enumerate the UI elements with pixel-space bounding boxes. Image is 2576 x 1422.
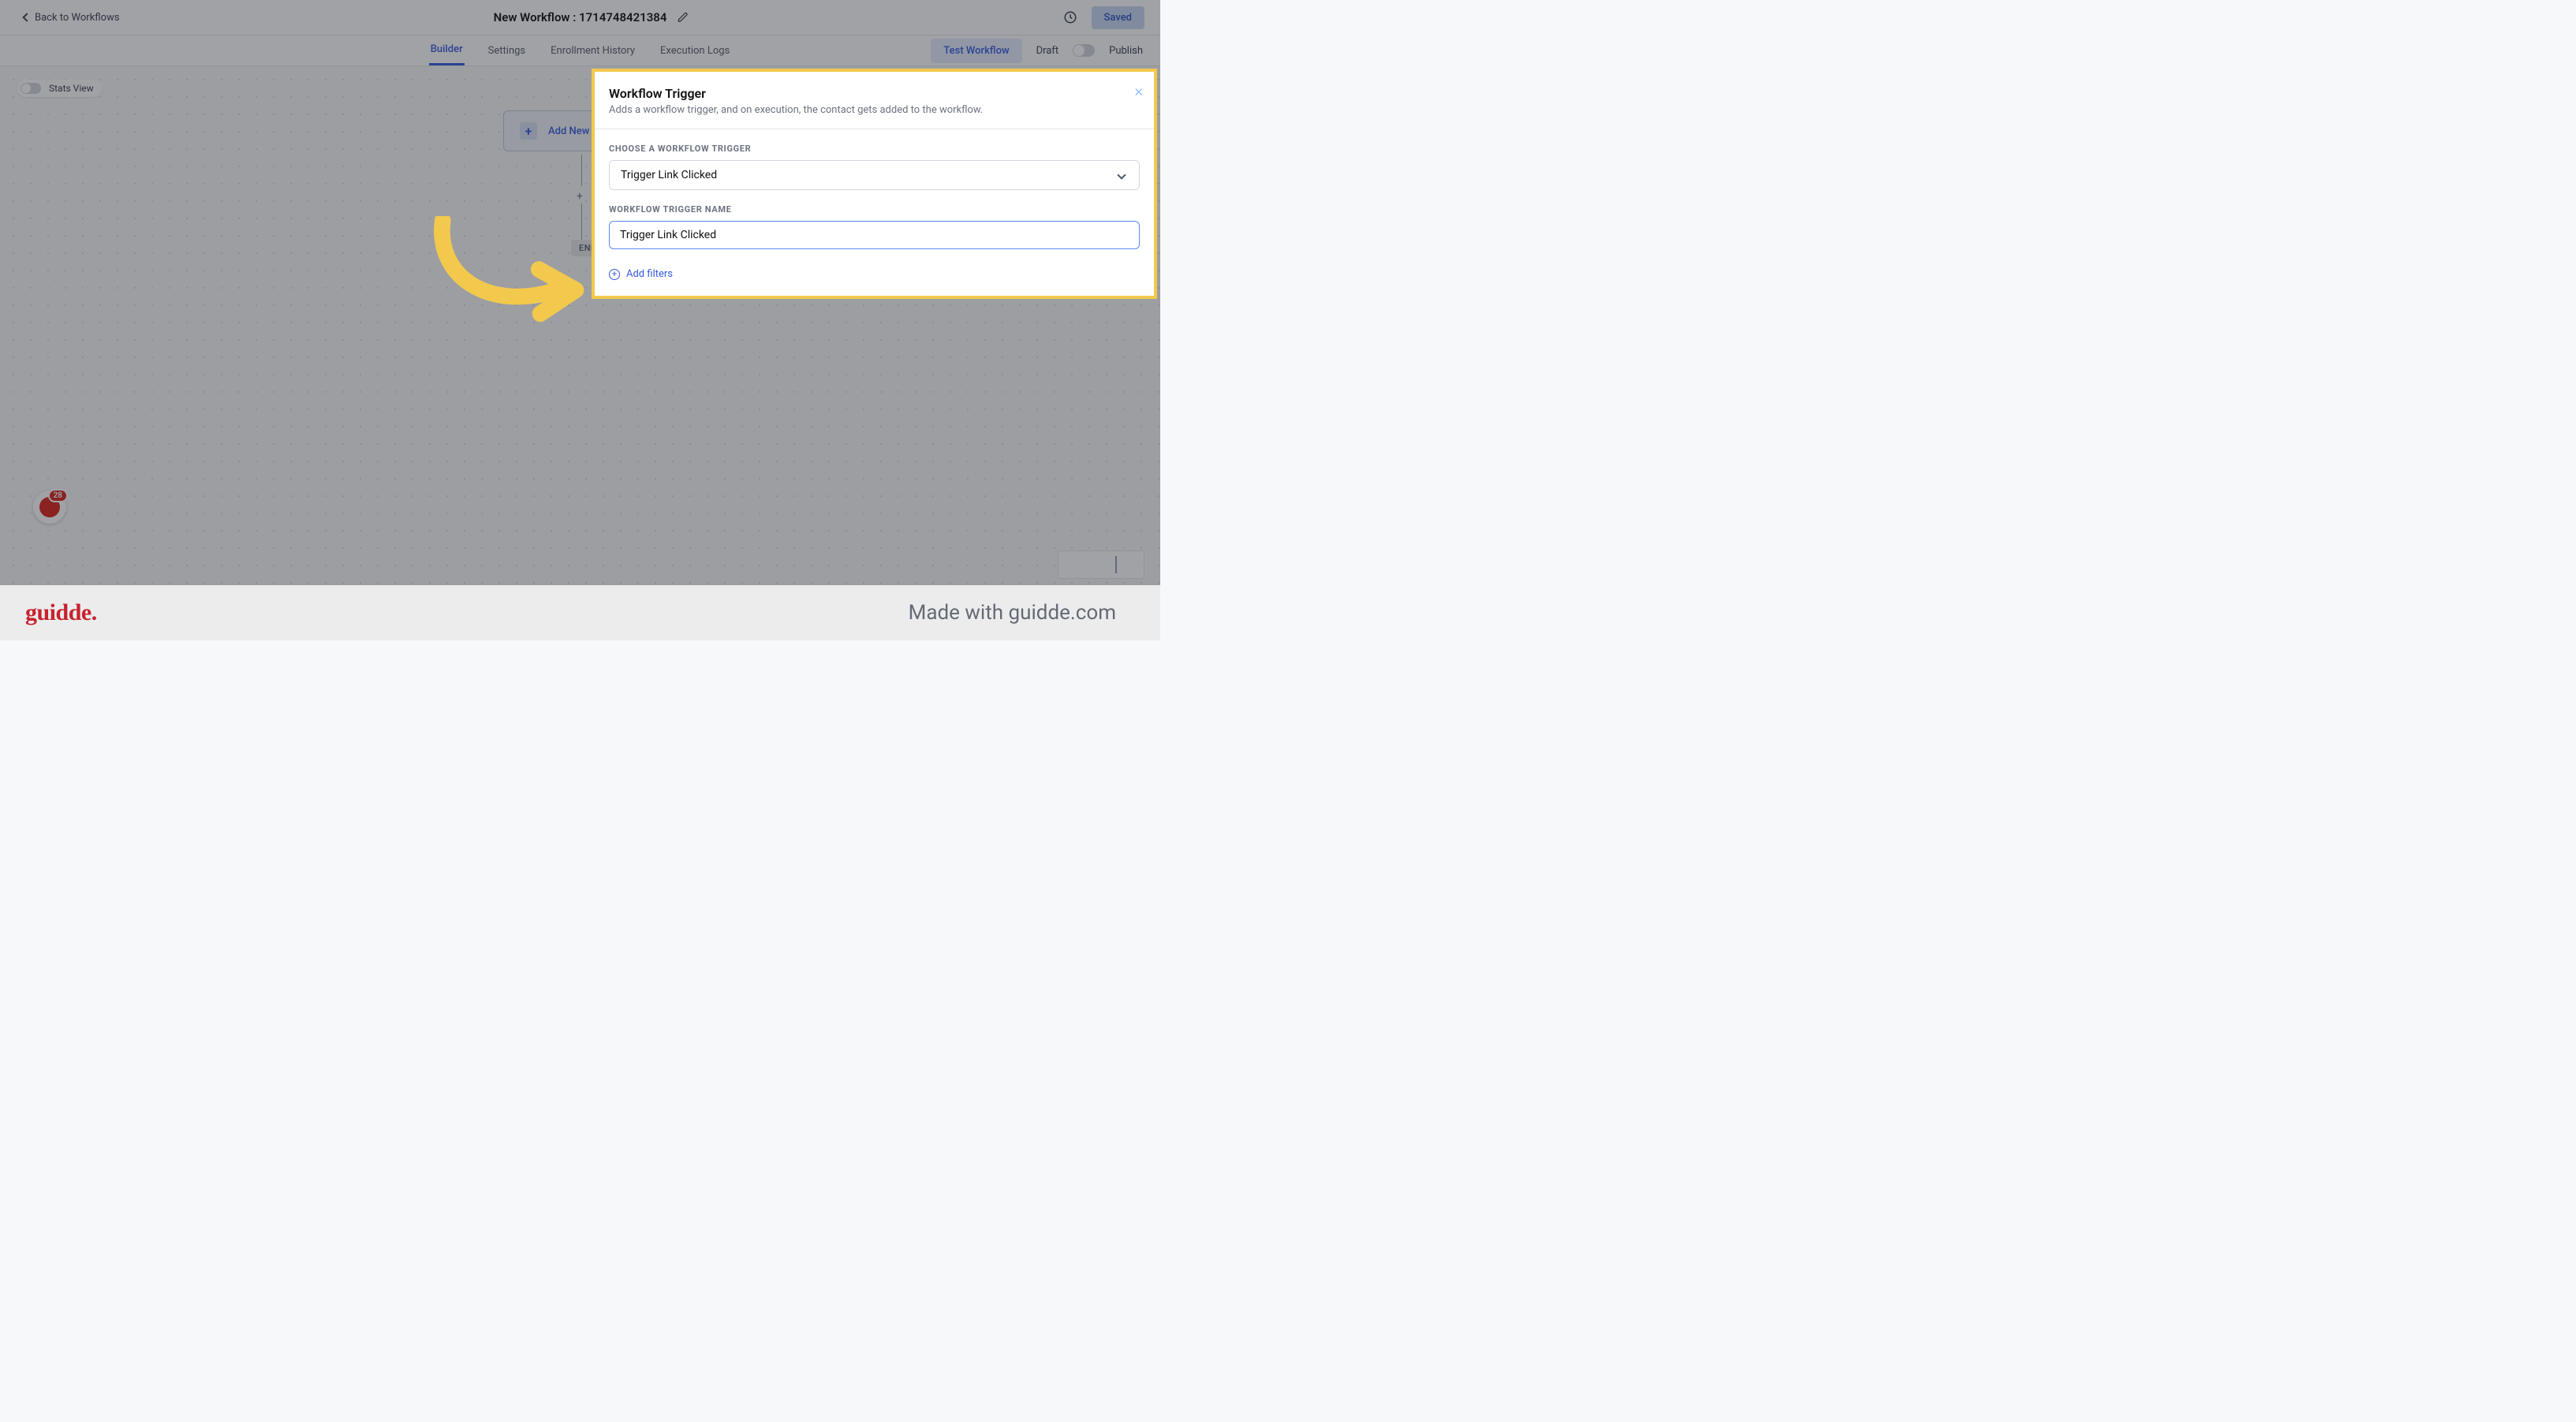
tab-enrollment-history[interactable]: Enrollment History (549, 35, 637, 65)
plus-icon: + (520, 122, 537, 140)
workflow-title: New Workflow : 1714748421384 (494, 10, 667, 24)
choose-trigger-label: CHOOSE A WORKFLOW TRIGGER (609, 144, 1140, 154)
subnav-right: Test Workflow Draft Publish (931, 35, 1143, 65)
chevron-left-icon (22, 13, 31, 21)
made-with-text: Made with guidde.com (909, 601, 1116, 625)
trigger-select-value: Trigger Link Clicked (621, 169, 717, 181)
trigger-name-label: WORKFLOW TRIGGER NAME (609, 204, 1140, 215)
panel-title: Workflow Trigger (609, 86, 1140, 101)
guidde-logo: guidde. (25, 599, 97, 626)
history-icon[interactable] (1063, 10, 1077, 24)
toggle-icon (21, 83, 41, 94)
add-step-button[interactable]: + (577, 190, 583, 203)
tab-execution-logs[interactable]: Execution Logs (659, 35, 731, 65)
publish-label: Publish (1109, 45, 1143, 57)
top-actions: Saved (1063, 6, 1144, 29)
stats-view-toggle[interactable]: Stats View (17, 80, 102, 97)
add-filters-label: Add filters (626, 268, 673, 280)
stats-view-label: Stats View (49, 83, 94, 94)
topbar: Back to Workflows New Workflow : 1714748… (0, 0, 1160, 35)
close-icon[interactable]: × (1135, 81, 1143, 100)
tab-settings[interactable]: Settings (487, 35, 527, 65)
back-label: Back to Workflows (35, 12, 120, 24)
trigger-select[interactable]: Trigger Link Clicked (609, 160, 1140, 190)
workflow-trigger-panel: × Workflow Trigger Adds a workflow trigg… (592, 69, 1157, 299)
tab-builder[interactable]: Builder (429, 35, 465, 65)
add-filters-button[interactable]: + Add filters (609, 268, 1140, 280)
publish-toggle[interactable] (1073, 44, 1095, 57)
workflow-title-group: New Workflow : 1714748421384 (494, 10, 689, 24)
connector-line (581, 155, 582, 186)
notification-count: 28 (48, 489, 68, 502)
chevron-down-icon (1117, 170, 1126, 179)
back-to-workflows[interactable]: Back to Workflows (24, 12, 120, 24)
trigger-name-input[interactable] (609, 221, 1140, 249)
edit-icon[interactable] (678, 12, 689, 23)
test-workflow-button[interactable]: Test Workflow (931, 39, 1021, 63)
plus-circle-icon: + (609, 269, 620, 280)
canvas-minimap[interactable] (1058, 551, 1144, 579)
panel-description: Adds a workflow trigger, and on executio… (609, 104, 1140, 116)
footer: guidde. Made with guidde.com (0, 585, 1160, 640)
notifications-bubble[interactable]: 28 (33, 491, 66, 524)
draft-label: Draft (1036, 45, 1059, 57)
subnav: Builder Settings Enrollment History Exec… (0, 35, 1160, 66)
saved-button[interactable]: Saved (1092, 6, 1144, 29)
connector-line (581, 203, 582, 240)
